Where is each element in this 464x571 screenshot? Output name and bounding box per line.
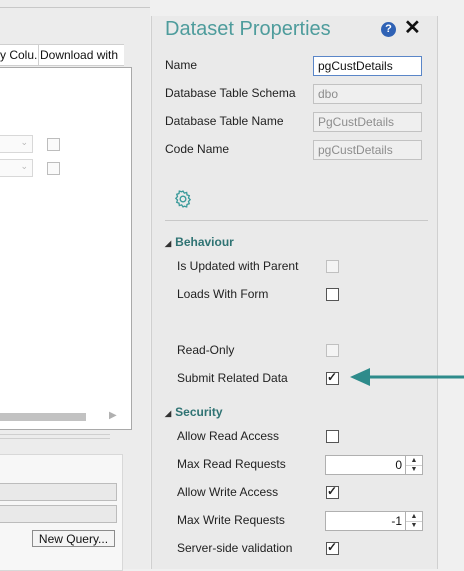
help-icon[interactable]: ? — [381, 22, 396, 37]
chevron-down-icon: ⌄ — [20, 161, 28, 171]
dataset-properties-panel: Dataset Properties ? ✕ Name Database Tab… — [151, 16, 438, 569]
read-only-label: Read-Only — [177, 343, 235, 357]
divider — [0, 434, 110, 435]
spin-buttons: ▲ ▼ — [405, 512, 422, 530]
property-tabs — [165, 184, 428, 221]
query-field[interactable] — [0, 483, 117, 501]
allow-write-access-checkbox[interactable]: ✓ — [326, 484, 339, 499]
grid-column-header[interactable]: y Colu... — [0, 45, 39, 65]
security-section-header[interactable]: ◢ Security — [165, 405, 223, 419]
grid-checkbox[interactable] — [47, 162, 60, 175]
max-read-requests-stepper[interactable]: 0 ▲ ▼ — [325, 455, 423, 475]
db-schema-label: Database Table Schema — [165, 86, 296, 100]
grid-combo[interactable]: ⌄ — [0, 135, 33, 153]
name-input[interactable] — [313, 56, 422, 76]
close-icon[interactable]: ✕ — [404, 16, 421, 40]
grid-header: y Colu... Download with — [0, 44, 124, 66]
scroll-right-icon[interactable]: ▶ — [109, 410, 117, 421]
dataset-grid — [0, 67, 132, 430]
max-write-requests-stepper[interactable]: -1 ▲ ▼ — [325, 511, 423, 531]
max-write-requests-value[interactable]: -1 — [391, 512, 402, 530]
annotation-arrow-icon — [350, 368, 464, 386]
max-read-requests-value[interactable]: 0 — [395, 456, 402, 474]
spin-buttons: ▲ ▼ — [405, 456, 422, 474]
divider — [0, 438, 110, 439]
server-side-validation-checkbox[interactable]: ✓ — [326, 540, 339, 555]
spin-down-icon[interactable]: ▼ — [406, 521, 422, 530]
panel-title: Dataset Properties — [165, 18, 331, 40]
submit-related-data-checkbox[interactable]: ✓ — [326, 370, 339, 385]
behaviour-heading: Behaviour — [175, 235, 234, 249]
server-side-validation-label: Server-side validation — [177, 541, 293, 555]
grid-checkbox[interactable] — [47, 138, 60, 151]
max-write-requests-label: Max Write Requests — [177, 513, 285, 527]
spin-down-icon[interactable]: ▼ — [406, 465, 422, 474]
grid-column-header[interactable]: Download with — [40, 45, 124, 65]
loads-with-form-checkbox[interactable] — [326, 288, 339, 301]
scrollbar-thumb[interactable] — [0, 413, 86, 421]
chevron-down-icon: ⌄ — [20, 137, 28, 147]
is-updated-with-parent-checkbox — [326, 260, 339, 273]
query-field[interactable] — [0, 505, 117, 523]
collapse-triangle-icon[interactable]: ◢ — [165, 239, 171, 248]
is-updated-with-parent-label: Is Updated with Parent — [177, 259, 299, 273]
allow-read-access-checkbox[interactable] — [326, 430, 339, 443]
check-icon: ✓ — [327, 484, 338, 498]
read-only-checkbox — [326, 344, 339, 357]
code-name-input — [313, 140, 422, 160]
db-table-label: Database Table Name — [165, 114, 284, 128]
allow-read-access-label: Allow Read Access — [177, 429, 280, 443]
db-table-input — [313, 112, 422, 132]
grid-combo[interactable]: ⌄ — [0, 159, 33, 177]
db-schema-input — [313, 84, 422, 104]
allow-write-access-label: Allow Write Access — [177, 485, 279, 499]
horizontal-scrollbar[interactable]: ▶ — [0, 410, 122, 421]
code-name-label: Code Name — [165, 142, 230, 156]
gear-icon[interactable] — [173, 189, 193, 209]
collapse-triangle-icon[interactable]: ◢ — [165, 409, 171, 418]
submit-related-data-label: Submit Related Data — [177, 371, 288, 385]
max-read-requests-label: Max Read Requests — [177, 457, 286, 471]
designer-background: y Colu... Download with ⌄ ⌄ ▶ New Query.… — [0, 0, 150, 571]
security-heading: Security — [175, 405, 223, 419]
check-icon: ✓ — [327, 370, 338, 384]
divider — [0, 7, 150, 8]
new-query-button[interactable]: New Query... — [32, 530, 115, 547]
loads-with-form-label: Loads With Form — [177, 287, 269, 301]
name-label: Name — [165, 58, 198, 72]
behaviour-section-header[interactable]: ◢ Behaviour — [165, 235, 234, 249]
check-icon: ✓ — [327, 540, 338, 554]
